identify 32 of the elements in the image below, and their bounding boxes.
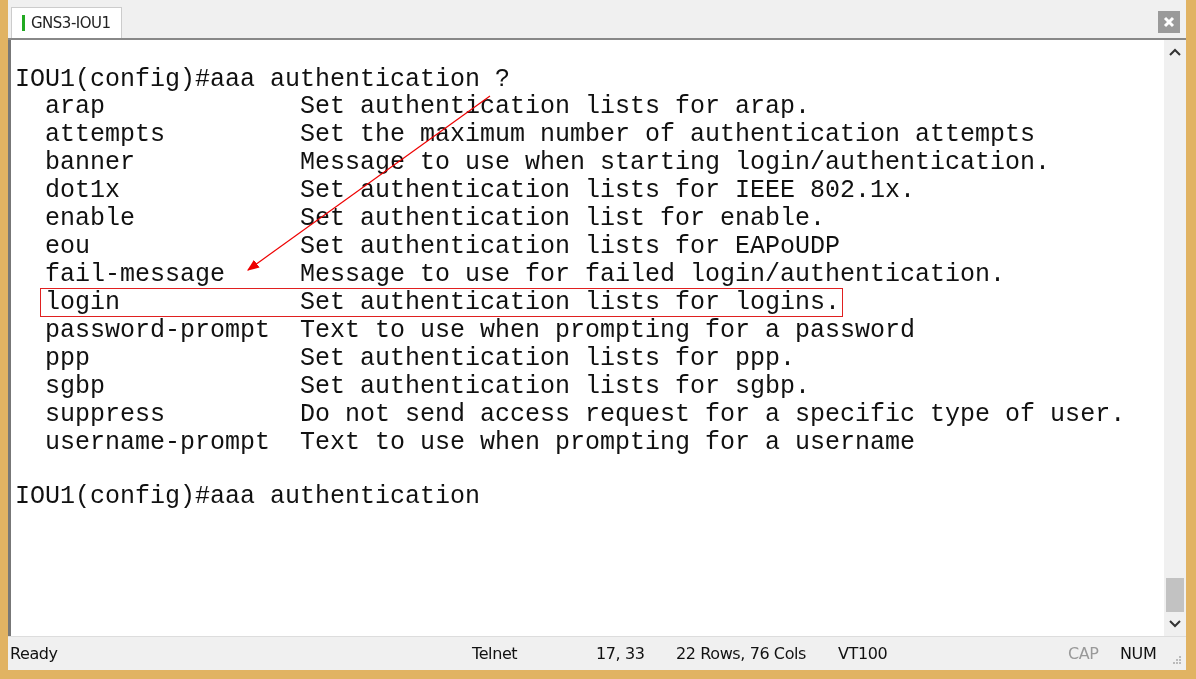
command-name: fail-message	[45, 261, 227, 288]
command-description: Set authentication lists for EAPoUDP	[300, 233, 841, 260]
status-cursor: 17, 33	[595, 644, 646, 663]
terminal-line: IOU1(config)#aaa authentication	[15, 483, 481, 510]
status-message: Ready	[9, 644, 59, 663]
command-description: Text to use when prompting for a password	[300, 317, 916, 344]
command-name: banner	[45, 149, 136, 176]
key-indicator: NUM	[1119, 644, 1158, 663]
session-tab[interactable]: GNS3-IOU1	[11, 7, 122, 38]
status-emulation: VT100	[837, 644, 889, 663]
command-description: Do not send access request for a specific type of user.	[300, 401, 1126, 428]
command-description: Set authentication lists for IEEE 802.1x.	[300, 177, 916, 204]
command-description: Set authentication lists for sgbp.	[300, 373, 811, 400]
terminal-line: IOU1(config)#aaa authentication ?	[15, 66, 511, 93]
command-name: login	[45, 289, 121, 316]
command-description: Message to use for failed login/authentication.	[300, 261, 1006, 288]
command-name: enable	[45, 205, 136, 232]
command-name: arap	[45, 93, 106, 120]
command-name: eou	[45, 233, 91, 260]
command-name: dot1x	[45, 177, 121, 204]
key-indicator: CAP	[1067, 644, 1100, 663]
status-size: 22 Rows, 76 Cols	[675, 644, 807, 663]
command-name: suppress	[45, 401, 167, 428]
command-description: Set authentication lists for logins.	[300, 289, 841, 316]
command-description: Text to use when prompting for a username	[300, 429, 916, 456]
command-name: password-prompt	[45, 317, 272, 344]
command-name: sgbp	[45, 373, 106, 400]
command-name: attempts	[45, 121, 167, 148]
command-name: username-prompt	[45, 429, 272, 456]
command-description: Set authentication lists for ppp.	[300, 345, 796, 372]
command-name: ppp	[45, 345, 91, 372]
status-protocol: Telnet	[471, 644, 519, 663]
